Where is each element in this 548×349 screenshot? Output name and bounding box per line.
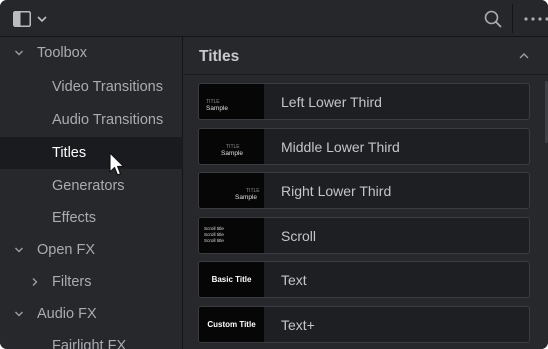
search-icon[interactable] xyxy=(483,9,503,29)
section-header[interactable]: Titles xyxy=(184,37,548,75)
tree-item-effects[interactable]: Effects xyxy=(0,202,183,234)
title-item-text[interactable]: Basic Title Text xyxy=(198,261,530,298)
tree-item-open-fx[interactable]: Open FX xyxy=(0,234,183,266)
toolbar-divider xyxy=(512,4,513,33)
chevron-down-icon[interactable] xyxy=(14,245,24,255)
title-item-right-lower-third[interactable]: TITLE Sample Right Lower Third xyxy=(198,172,530,209)
title-item-label: Middle Lower Third xyxy=(281,139,400,155)
thumb-sample-text: Sample xyxy=(235,194,258,201)
title-item-middle-lower-third[interactable]: TITLE Sample Middle Lower Third xyxy=(198,128,530,165)
sidebar-panel-icon[interactable] xyxy=(13,11,31,27)
mouse-pointer-icon xyxy=(109,152,125,176)
chevron-down-icon[interactable] xyxy=(14,48,24,58)
titles-panel: Titles TITLE Sample Left Lower Third TIT… xyxy=(184,37,548,349)
title-thumbnail: Basic Title xyxy=(199,262,264,297)
section-title: Titles xyxy=(199,48,240,65)
thumb-sample-text: Sample xyxy=(221,150,244,157)
title-item-label: Left Lower Third xyxy=(281,94,382,110)
tree-item-label: Open FX xyxy=(37,242,96,258)
tree-item-filters[interactable]: Filters xyxy=(0,266,183,298)
title-item-scroll[interactable]: Scroll title Scroll title Scroll title S… xyxy=(198,217,530,254)
chevron-down-icon[interactable] xyxy=(36,13,48,25)
tree-item-label: Audio Transitions xyxy=(52,112,164,128)
title-thumbnail: TITLE Sample xyxy=(199,84,264,119)
title-thumbnail: TITLE Sample xyxy=(199,173,264,208)
title-thumbnail: Custom Title xyxy=(199,307,264,342)
thumb-scroll-lines: Scroll title Scroll title Scroll title xyxy=(204,226,224,244)
tree-item-generators[interactable]: Generators xyxy=(0,170,183,202)
tree-item-titles[interactable]: Titles xyxy=(0,137,183,169)
tree-item-audio-fx[interactable]: Audio FX xyxy=(0,298,183,330)
title-item-label: Right Lower Third xyxy=(281,183,392,199)
tree-item-label: Toolbox xyxy=(37,45,87,61)
tree-item-label: Fairlight FX xyxy=(52,338,127,349)
tree-item-audio-transitions[interactable]: Audio Transitions xyxy=(0,104,183,136)
title-thumbnail: Scroll title Scroll title Scroll title xyxy=(199,218,264,253)
tree-item-toolbox[interactable]: Toolbox xyxy=(0,37,183,69)
title-thumbnail: TITLE Sample xyxy=(199,129,264,164)
tree-item-label: Generators xyxy=(52,178,125,194)
title-item-label: Text+ xyxy=(281,317,315,333)
thumb-scroll-line: Scroll title xyxy=(204,238,224,243)
tree-item-video-transitions[interactable]: Video Transitions xyxy=(0,71,183,103)
chevron-right-icon[interactable] xyxy=(30,277,40,287)
title-item-label: Scroll xyxy=(281,228,317,244)
title-item-label: Text xyxy=(281,272,307,288)
thumb-sample-text: Sample xyxy=(206,105,229,112)
tree-item-label: Video Transitions xyxy=(52,79,163,95)
tree-item-fairlight-fx[interactable]: Fairlight FX xyxy=(0,330,183,349)
chevron-up-icon[interactable] xyxy=(518,51,530,61)
chevron-down-icon[interactable] xyxy=(14,309,24,319)
tree-item-label: Titles xyxy=(52,145,87,161)
effects-library-window: Toolbox Video Transitions Audio Transiti… xyxy=(0,0,548,349)
more-horizontal-icon[interactable] xyxy=(520,9,548,29)
effects-toolbar xyxy=(0,0,548,37)
effects-tree-sidebar: Toolbox Video Transitions Audio Transiti… xyxy=(0,37,183,349)
tree-item-label: Audio FX xyxy=(37,306,97,322)
title-item-text-plus[interactable]: Custom Title Text+ xyxy=(198,306,530,343)
tree-item-label: Filters xyxy=(52,274,92,290)
tree-item-label: Effects xyxy=(52,210,97,226)
title-item-left-lower-third[interactable]: TITLE Sample Left Lower Third xyxy=(198,83,530,120)
